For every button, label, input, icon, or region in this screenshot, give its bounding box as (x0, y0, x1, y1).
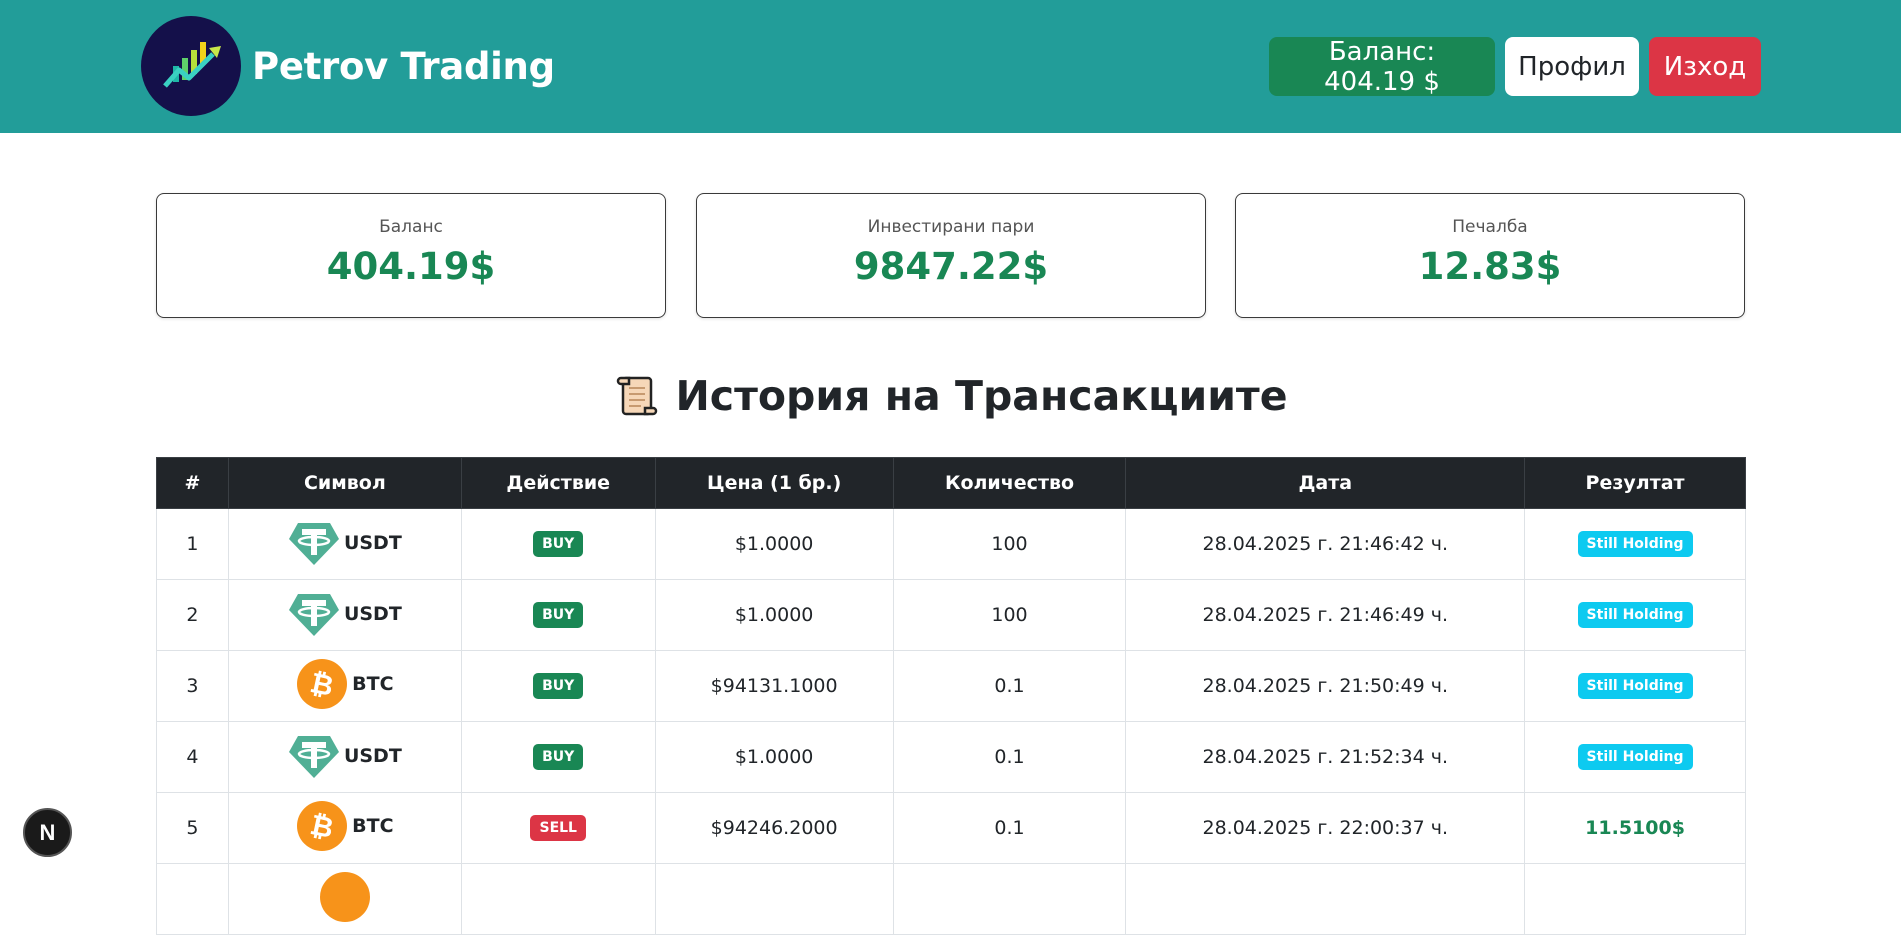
header-actions: Баланс: 404.19 $ Профил Изход (1269, 37, 1761, 97)
table-row: 2 USDT BUY $1.0000 100 28.04.2025 г. 21:… (156, 579, 1746, 651)
table-row: 3 ₿ BTC BUY $94131.1000 0.1 28.04.2025 г… (156, 650, 1746, 722)
result-badge: Still Holding (1577, 602, 1693, 628)
quantity-cell: 0.1 (892, 650, 1127, 722)
profit-card: Печалба 12.83$ (1235, 193, 1745, 318)
invested-card-value: 9847.22$ (853, 245, 1049, 288)
symbol-label: USDT (343, 744, 402, 767)
brand[interactable]: Petrov Trading (141, 16, 555, 116)
bitcoin-icon: ₿ (296, 800, 348, 852)
brand-logo-icon (141, 16, 241, 116)
symbol-cell: USDT (227, 579, 462, 651)
invested-card-label: Инвестирани пари (867, 217, 1035, 237)
action-badge: BUY (533, 531, 584, 557)
quantity-cell: 100 (892, 508, 1127, 580)
row-number: 1 (156, 508, 229, 580)
logout-button[interactable]: Изход (1649, 37, 1761, 96)
action-badge: BUY (533, 744, 584, 770)
bitcoin-icon: ₿ (296, 658, 348, 710)
symbol-cell: ₿ BTC (227, 792, 462, 864)
symbol-cell: ₿ BTC (227, 650, 462, 722)
date-cell: 28.04.2025 г. 22:00:37 ч. (1125, 792, 1526, 864)
result-badge: Still Holding (1577, 531, 1693, 557)
table-row: 1 USDT BUY $1.0000 100 28.04.2025 г. 21:… (156, 508, 1746, 580)
nextjs-dev-indicator-button[interactable]: N (23, 808, 72, 857)
date-cell: 28.04.2025 г. 21:46:49 ч. (1125, 579, 1526, 651)
row-number: 5 (156, 792, 229, 864)
symbol-label: BTC (352, 814, 394, 837)
date-cell: 28.04.2025 г. 21:46:42 ч. (1125, 508, 1526, 580)
tether-icon (288, 730, 340, 782)
scroll-icon (613, 372, 661, 420)
column-header-number[interactable]: # (156, 457, 229, 509)
profile-button[interactable]: Профил (1505, 37, 1639, 96)
balance-card-value: 404.19$ (326, 245, 496, 288)
result-badge: Still Holding (1577, 744, 1693, 770)
column-header-date[interactable]: Дата (1125, 457, 1526, 509)
price-cell: $94246.2000 (654, 792, 894, 864)
action-badge: BUY (533, 602, 584, 628)
date-cell: 28.04.2025 г. 21:52:34 ч. (1125, 721, 1526, 793)
table-row (156, 863, 1746, 935)
invested-card: Инвестирани пари 9847.22$ (696, 193, 1206, 318)
symbol-cell: USDT (227, 721, 462, 793)
column-header-price[interactable]: Цена (1 бр.) (654, 457, 894, 509)
row-number: 4 (156, 721, 229, 793)
tether-icon (288, 588, 340, 640)
result-profit: 11.5100$ (1585, 817, 1685, 839)
symbol-cell: USDT (227, 508, 462, 580)
quantity-cell: 0.1 (892, 721, 1127, 793)
symbol-label: USDT (343, 602, 402, 625)
table-row: 5 ₿ BTC SELL $94246.2000 0.1 28.04.2025 … (156, 792, 1746, 864)
quantity-cell: 100 (892, 579, 1127, 651)
profit-card-value: 12.83$ (1418, 245, 1562, 288)
profit-card-label: Печалба (1452, 217, 1528, 237)
column-header-result[interactable]: Резултат (1524, 457, 1746, 509)
price-cell: $1.0000 (654, 579, 894, 651)
balance-button[interactable]: Баланс: 404.19 $ (1269, 37, 1495, 97)
table-header-row: # Символ Действие Цена (1 бр.) Количеств… (156, 457, 1746, 509)
balance-card: Баланс 404.19$ (156, 193, 666, 318)
date-cell: 28.04.2025 г. 21:50:49 ч. (1125, 650, 1526, 722)
price-cell: $1.0000 (654, 721, 894, 793)
quantity-cell: 0.1 (892, 792, 1127, 864)
brand-name: Petrov Trading (252, 44, 555, 88)
symbol-label: BTC (352, 672, 394, 695)
transactions-table: # Символ Действие Цена (1 бр.) Количеств… (156, 457, 1746, 935)
balance-card-label: Баланс (379, 217, 443, 237)
table-row: 4 USDT BUY $1.0000 0.1 28.04.2025 г. 21:… (156, 721, 1746, 793)
action-badge: BUY (533, 673, 584, 699)
column-header-action[interactable]: Действие (460, 457, 656, 509)
tether-icon (288, 517, 340, 569)
price-cell: $1.0000 (654, 508, 894, 580)
row-number: 2 (156, 579, 229, 651)
top-navbar: Petrov Trading Баланс: 404.19 $ Профил И… (0, 0, 1901, 133)
column-header-quantity[interactable]: Количество (892, 457, 1127, 509)
bitcoin-icon (319, 871, 371, 923)
symbol-label: USDT (343, 531, 402, 554)
price-cell: $94131.1000 (654, 650, 894, 722)
result-badge: Still Holding (1577, 673, 1693, 699)
section-title-text: История на Трансакциите (675, 372, 1288, 420)
row-number: 3 (156, 650, 229, 722)
column-header-symbol[interactable]: Символ (227, 457, 462, 509)
section-title: История на Трансакциите (0, 372, 1901, 420)
action-badge: SELL (530, 815, 586, 841)
